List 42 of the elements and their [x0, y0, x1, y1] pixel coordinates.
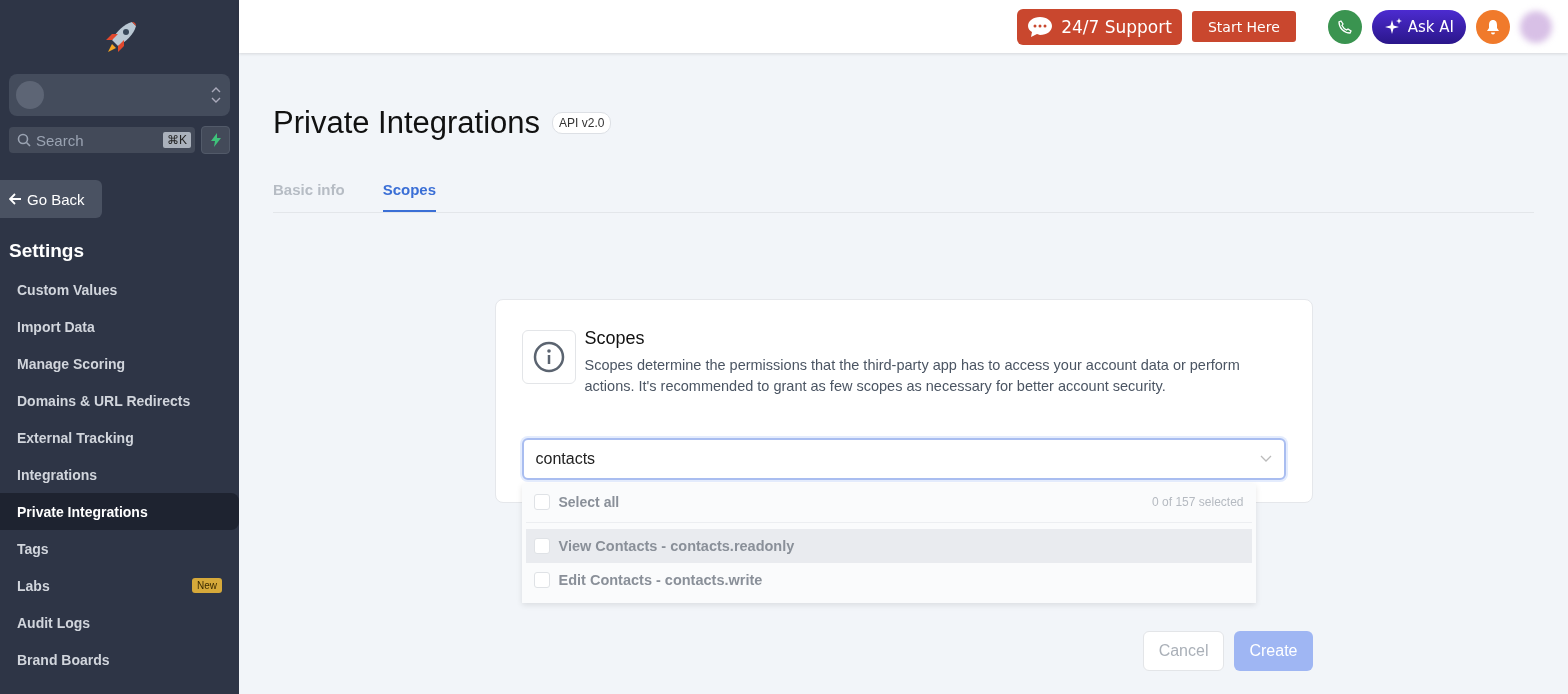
sidebar-item[interactable]: Audit Logs — [0, 604, 239, 641]
phone-icon — [1337, 19, 1352, 34]
search-icon — [17, 133, 31, 147]
ask-ai-button[interactable]: Ask AI — [1371, 9, 1466, 44]
section-title: Settings — [8, 239, 85, 263]
notifications-button[interactable] — [1476, 9, 1510, 44]
lightning-icon — [209, 133, 222, 147]
sidebar-item[interactable]: Tags — [0, 530, 239, 567]
avatar[interactable] — [1520, 10, 1552, 43]
bell-icon — [1486, 18, 1500, 35]
sidebar-item[interactable]: Private Integrations — [0, 493, 239, 530]
scope-search-field[interactable]: contacts — [521, 438, 1286, 480]
quick-action-button[interactable] — [201, 126, 230, 154]
card-title: Scopes — [584, 328, 646, 349]
account-switcher[interactable] — [9, 74, 230, 116]
sidebar-item[interactable]: Custom Values — [0, 271, 239, 308]
sidebar-item[interactable]: Brand Boards — [0, 641, 239, 678]
checkbox[interactable] — [533, 572, 550, 588]
checkbox[interactable] — [533, 494, 550, 510]
chevron-down-icon — [1259, 455, 1272, 463]
sidebar-item[interactable]: Domains & URL Redirects — [0, 382, 239, 419]
tab[interactable]: Scopes — [382, 181, 437, 212]
start-here-button[interactable]: Start Here — [1191, 11, 1296, 42]
support-button[interactable]: 24/7 Support — [1017, 8, 1182, 45]
card-description: Scopes determine the permissions that the third-party app has to access your account data or perform actions. It's recommended to grant as few scopes as necessary for better account security. — [584, 356, 1241, 396]
sidebar-item[interactable]: Labs New — [0, 567, 239, 604]
selected-count: 0 of 157 selected — [1152, 495, 1244, 509]
go-back-button[interactable]: Go Back — [0, 180, 102, 218]
sidebar-item[interactable]: Integrations — [0, 456, 239, 493]
sidebar-item[interactable]: Import Data — [0, 308, 239, 345]
shortcut-key: ⌘K — [163, 132, 191, 148]
chevron-updown-icon — [211, 86, 221, 104]
sidebar-item[interactable]: Manage Scoring — [0, 345, 239, 382]
arrow-left-icon — [9, 193, 22, 205]
phone-button[interactable] — [1327, 9, 1362, 44]
info-icon — [521, 330, 576, 384]
api-version-badge: API v2.0 — [552, 112, 612, 134]
page-title: Private Integrations — [273, 105, 541, 141]
sidebar-item[interactable]: External Tracking — [0, 419, 239, 456]
checkbox[interactable] — [533, 538, 550, 554]
chat-bubble-icon — [1027, 15, 1054, 38]
new-badge: New — [192, 578, 222, 593]
